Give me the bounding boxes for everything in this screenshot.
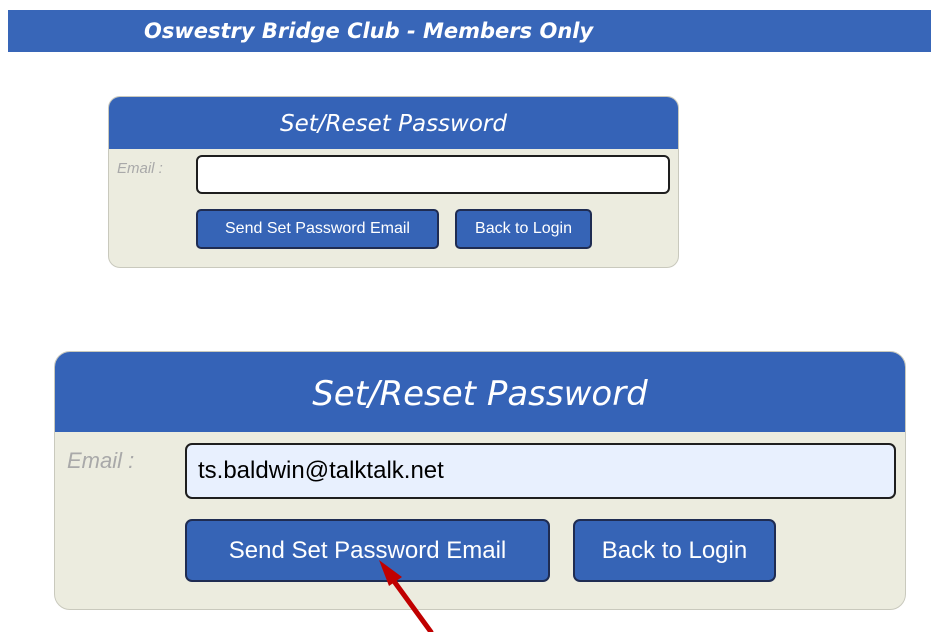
pointer-arrow-icon <box>379 560 434 632</box>
